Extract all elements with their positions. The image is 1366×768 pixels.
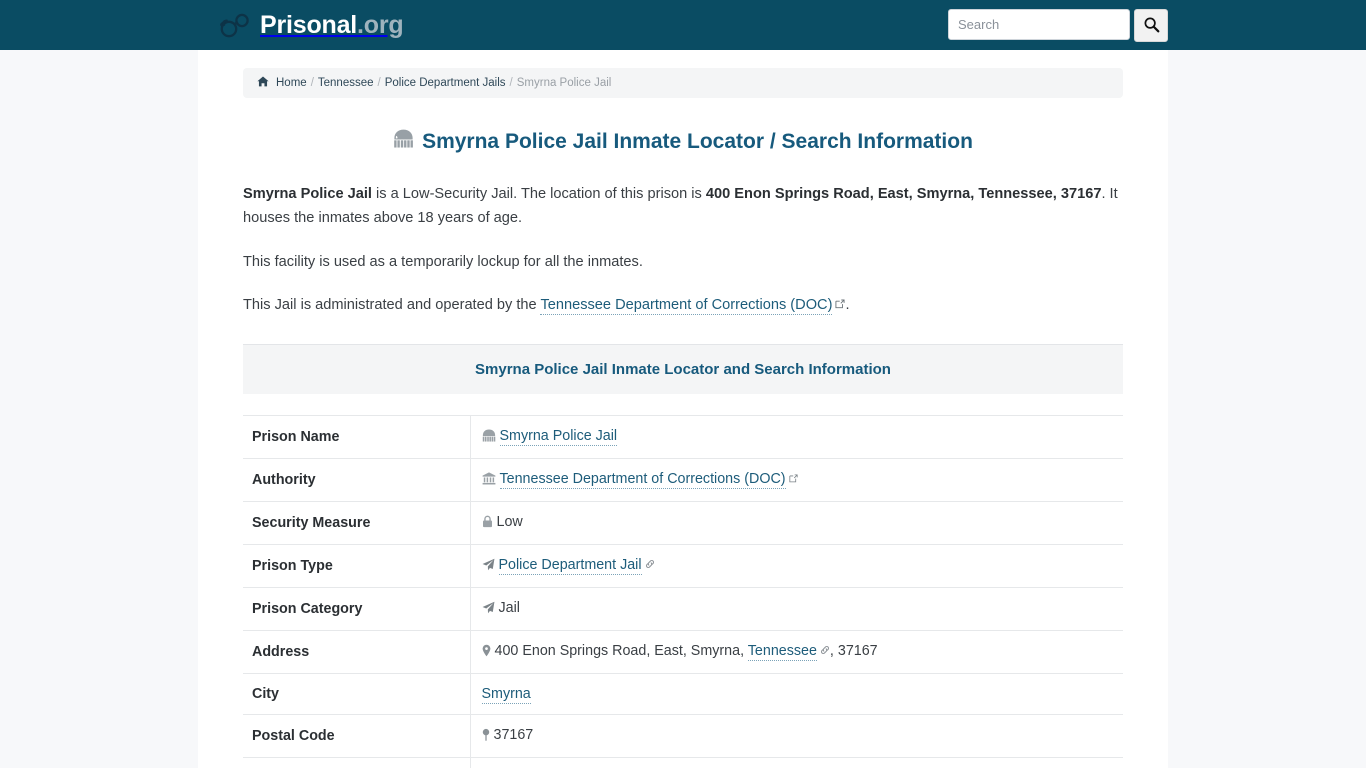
row-label-prison-category: Prison Category bbox=[243, 587, 471, 631]
table-row: Address 400 Enon Springs Road, East, Smy… bbox=[243, 630, 1123, 674]
row-label-city: City bbox=[243, 673, 471, 715]
paper-plane-icon bbox=[482, 558, 495, 575]
doc-authority-link-text: Tennessee Department of Corrections (DOC… bbox=[540, 297, 833, 314]
table-row: Prison Category Jail bbox=[243, 587, 1123, 631]
authority-link[interactable]: Tennessee Department of Corrections (DOC… bbox=[499, 470, 786, 489]
breadcrumb-item-home[interactable]: Home bbox=[276, 77, 307, 89]
chain-link-icon bbox=[645, 557, 655, 573]
jail-door-icon bbox=[393, 128, 414, 155]
row-value-city: Smyrna bbox=[470, 673, 1123, 714]
table-row: Security Measure Low bbox=[243, 501, 1123, 545]
row-value-postal-code: 37167 bbox=[470, 714, 1123, 757]
city-link[interactable]: Smyrna bbox=[481, 685, 531, 704]
row-label-county: County bbox=[243, 757, 471, 768]
row-label-address: Address bbox=[243, 630, 471, 674]
postal-code-value: 37167 bbox=[493, 726, 534, 743]
row-label-prison-type: Prison Type bbox=[243, 544, 471, 588]
search-button[interactable] bbox=[1134, 9, 1168, 42]
row-label-prison-name: Prison Name bbox=[243, 415, 471, 459]
prison-type-link[interactable]: Police Department Jail bbox=[498, 556, 642, 575]
breadcrumb-item-police-department-jails[interactable]: Police Department Jails bbox=[385, 77, 506, 89]
row-value-prison-category: Jail bbox=[470, 587, 1123, 630]
intro-section: Smyrna Police Jail is a Low-Security Jai… bbox=[243, 183, 1123, 318]
table-row: Postal Code 37167 bbox=[243, 714, 1123, 758]
table-row: Prison Name Smyrna Police Jail bbox=[243, 415, 1123, 459]
doc-authority-link[interactable]: Tennessee Department of Corrections (DOC… bbox=[540, 297, 833, 316]
intro-p3-end: . bbox=[845, 297, 850, 314]
address-suffix: , 37167 bbox=[829, 642, 878, 659]
row-value-address: 400 Enon Springs Road, East, Smyrna, Ten… bbox=[470, 630, 1123, 673]
breadcrumb-separator: / bbox=[377, 77, 381, 89]
breadcrumb-item-current: Smyrna Police Jail bbox=[516, 77, 612, 89]
row-label-postal-code: Postal Code bbox=[243, 714, 471, 758]
site-logo-link[interactable]: Prisonal.org bbox=[218, 10, 404, 40]
breadcrumb-separator: / bbox=[509, 77, 513, 89]
home-icon bbox=[257, 76, 269, 90]
breadcrumb: Home / Tennessee / Police Department Jai… bbox=[243, 68, 1123, 98]
breadcrumb-item-tennessee[interactable]: Tennessee bbox=[318, 77, 374, 89]
intro-p3-start: This Jail is administrated and operated … bbox=[243, 297, 541, 314]
row-label-authority: Authority bbox=[243, 458, 471, 502]
intro-paragraph-3: This Jail is administrated and operated … bbox=[243, 294, 1123, 318]
address-state-link[interactable]: Tennessee bbox=[747, 642, 817, 661]
table-row: City Smyrna bbox=[243, 673, 1123, 715]
row-value-county: Rutherford County bbox=[470, 757, 1123, 768]
intro-paragraph-1: Smyrna Police Jail is a Low-Security Jai… bbox=[243, 183, 1123, 230]
row-value-prison-name: Smyrna Police Jail bbox=[470, 415, 1123, 458]
main-content: Home / Tennessee / Police Department Jai… bbox=[198, 50, 1168, 768]
handcuffs-icon bbox=[218, 10, 252, 40]
map-marker-icon bbox=[482, 644, 491, 661]
thumbtack-icon bbox=[482, 728, 490, 745]
table-row: County Rutherford County bbox=[243, 757, 1123, 768]
chain-link-icon bbox=[820, 643, 830, 659]
intro-paragraph-2: This facility is used as a temporarily l… bbox=[243, 253, 643, 270]
address-prefix: 400 Enon Springs Road, East, Smyrna, bbox=[494, 642, 748, 659]
page-title: Smyrna Police Jail Inmate Locator / Sear… bbox=[243, 128, 1123, 155]
search-input[interactable] bbox=[948, 9, 1130, 40]
table-row: Authority Tennessee Department of Correc… bbox=[243, 458, 1123, 502]
paper-plane-icon bbox=[482, 601, 495, 618]
intro-p1-mid: is a Low-Security Jail. The location of … bbox=[371, 186, 706, 203]
external-link-icon bbox=[835, 294, 845, 318]
search-form bbox=[948, 9, 1168, 42]
page-title-text: Smyrna Police Jail Inmate Locator / Sear… bbox=[422, 130, 973, 153]
row-value-prison-type: Police Department Jail bbox=[470, 544, 1123, 587]
prison-info-table: Prison Name Smyrna Police Jail Authority… bbox=[243, 415, 1123, 768]
brand-name: Prisonal bbox=[260, 10, 358, 39]
lock-icon bbox=[482, 515, 493, 532]
bank-icon bbox=[482, 472, 496, 489]
prison-name-link[interactable]: Smyrna Police Jail bbox=[499, 427, 618, 446]
search-icon bbox=[1143, 16, 1160, 36]
row-value-security-measure: Low bbox=[470, 501, 1123, 544]
brand-tld: .org bbox=[357, 10, 404, 39]
external-link-icon bbox=[788, 471, 798, 487]
security-measure-value: Low bbox=[496, 513, 523, 530]
row-value-authority: Tennessee Department of Corrections (DOC… bbox=[470, 458, 1123, 501]
row-label-security-measure: Security Measure bbox=[243, 501, 471, 545]
table-row: Prison Type Police Department Jail bbox=[243, 544, 1123, 588]
jail-door-icon bbox=[482, 429, 496, 446]
prison-address-bold: 400 Enon Springs Road, East, Smyrna, Ten… bbox=[705, 186, 1102, 203]
prison-category-value: Jail bbox=[498, 599, 520, 616]
prison-name-bold: Smyrna Police Jail bbox=[243, 186, 372, 203]
table-caption: Smyrna Police Jail Inmate Locator and Se… bbox=[243, 344, 1123, 394]
breadcrumb-separator: / bbox=[310, 77, 314, 89]
site-header: Prisonal.org bbox=[0, 0, 1366, 50]
